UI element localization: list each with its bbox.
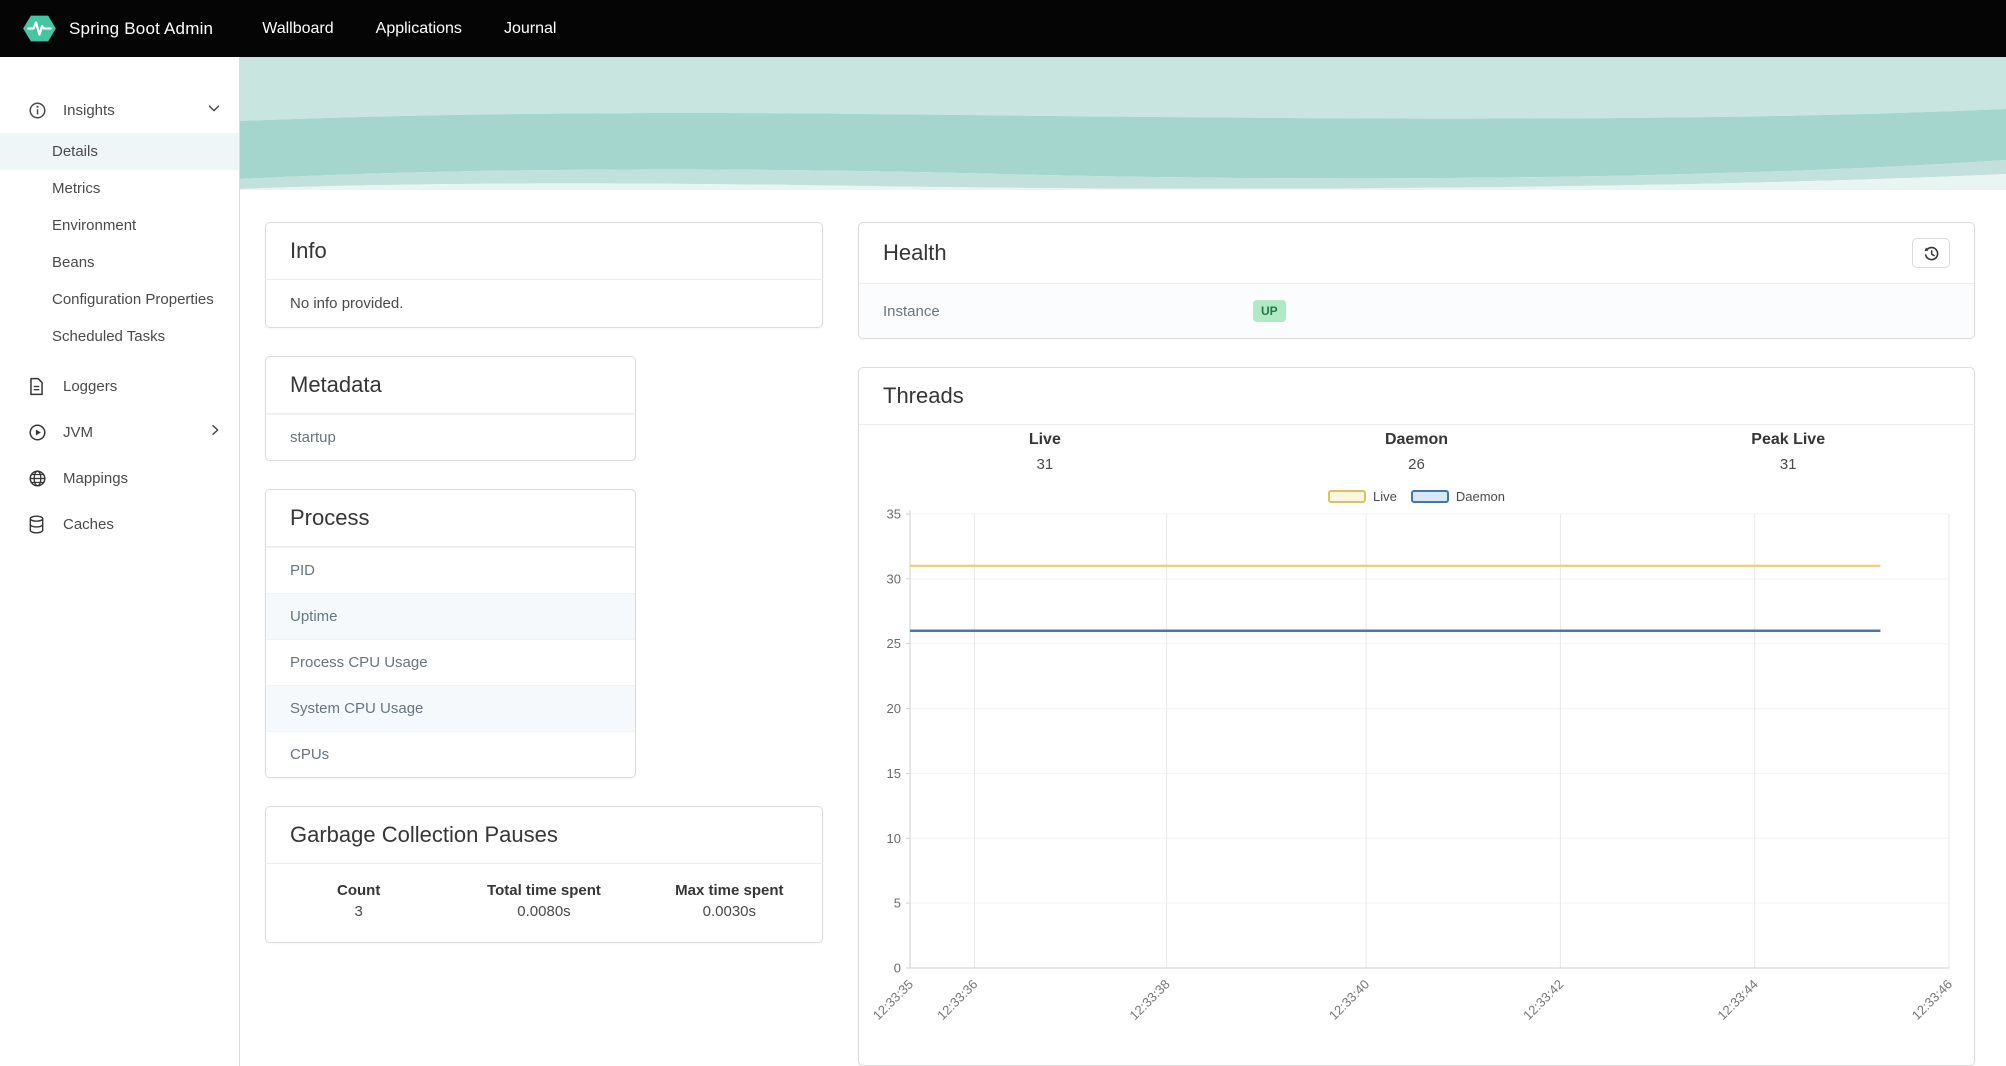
svg-text:0: 0 (894, 961, 901, 976)
metadata-panel-title: Metadata (290, 372, 382, 397)
spring-boot-admin-logo-icon (23, 15, 56, 42)
health-panel: Health Instance UP (858, 222, 1975, 339)
status-badge-up: UP (1253, 300, 1286, 322)
sidebar-item-metrics[interactable]: Metrics (0, 170, 239, 207)
process-row-system-cpu-usage: System CPU Usage (266, 685, 635, 731)
health-panel-title: Health (883, 240, 947, 265)
sidebar-item-loggers[interactable]: Loggers (0, 363, 239, 409)
info-panel: Info No info provided. (265, 222, 823, 328)
sidebar-item-label: Mappings (63, 469, 129, 487)
svg-text:12:33:42: 12:33:42 (1520, 977, 1566, 1023)
sidebar-item-label: Caches (63, 515, 114, 533)
health-instance-row: Instance UP (859, 284, 1974, 338)
threads-chart-svg: 0 5 10 15 20 25 30 35 12:33:35 12:33:36 12:33:38 12… (870, 507, 1955, 1023)
chevron-right-icon (207, 422, 223, 442)
stat-live: Live 31 (1028, 431, 1061, 473)
svg-text:30: 30 (887, 571, 901, 586)
svg-text:12:33:38: 12:33:38 (1126, 977, 1172, 1023)
gc-col-total-time: Total time spent (487, 882, 601, 899)
process-row-pid: PID (266, 547, 635, 593)
svg-text:35: 35 (887, 507, 901, 522)
gc-count-value: 3 (354, 903, 363, 920)
info-panel-body: No info provided. (290, 295, 404, 312)
legend-swatch-live (1328, 490, 1366, 503)
brand-link[interactable]: Spring Boot Admin (22, 13, 213, 44)
legend-entry-live: Live (1328, 489, 1397, 504)
process-row-process-cpu-usage: Process CPU Usage (266, 639, 635, 685)
gc-col-count: Count (337, 882, 381, 899)
top-navbar: Spring Boot Admin Wallboard Applications… (0, 0, 2006, 57)
sidebar-item-label: Loggers (63, 377, 118, 395)
sidebar-item-caches[interactable]: Caches (0, 501, 239, 547)
chart-legend: Live Daemon (859, 489, 1974, 504)
right-column: Health Instance UP Threads Live 31 Daemo… (858, 222, 1975, 1066)
sidebar: Insights Details Metrics Environment Bea… (0, 57, 240, 1066)
process-panel-title: Process (290, 505, 370, 530)
threads-chart: 0 5 10 15 20 25 30 35 12:33:35 12:33:36 12:33:38 12… (859, 506, 1974, 1065)
sidebar-item-environment[interactable]: Environment (0, 207, 239, 244)
brand-title: Spring Boot Admin (69, 18, 214, 38)
nav-item-applications[interactable]: Applications (355, 0, 483, 57)
health-history-button[interactable] (1912, 238, 1950, 268)
metadata-panel: Metadata startup (265, 356, 636, 461)
svg-text:12:33:35: 12:33:35 (870, 977, 916, 1023)
stat-daemon: Daemon 26 (1384, 431, 1449, 473)
sidebar-item-beans[interactable]: Beans (0, 244, 239, 281)
sidebar-item-jvm[interactable]: JVM (0, 409, 239, 455)
file-text-icon (28, 376, 48, 396)
sidebar-item-details[interactable]: Details (0, 133, 239, 170)
svg-text:12:33:46: 12:33:46 (1909, 977, 1955, 1023)
threads-panel-title: Threads (883, 383, 964, 408)
svg-text:5: 5 (894, 896, 901, 911)
gc-max-time-value: 0.0030s (702, 903, 757, 920)
process-panel: Process PID Uptime Process CPU Usage Sys… (265, 489, 636, 778)
nav-item-journal[interactable]: Journal (483, 0, 577, 57)
legend-entry-daemon: Daemon (1410, 489, 1505, 504)
sidebar-item-insights[interactable]: Insights (0, 87, 239, 133)
info-circle-icon (28, 100, 48, 120)
nav-item-wallboard[interactable]: Wallboard (241, 0, 354, 57)
legend-swatch-daemon (1410, 490, 1449, 503)
history-icon (1924, 246, 1938, 260)
threads-panel: Threads Live 31 Daemon 26 Peak Live 31 L… (858, 367, 1975, 1066)
gc-pauses-panel: Garbage Collection Pauses Count Total ti… (265, 806, 823, 943)
stat-peak-live: Peak Live 31 (1751, 431, 1826, 473)
metadata-row-startup: startup (266, 414, 635, 460)
info-panel-title: Info (290, 238, 327, 263)
insights-submenu: Details Metrics Environment Beans Config… (0, 133, 239, 355)
gc-value-row: 3 0.0080s 0.0030s (266, 901, 822, 928)
svg-text:12:33:36: 12:33:36 (934, 977, 980, 1023)
svg-text:25: 25 (887, 636, 901, 651)
svg-text:15: 15 (887, 766, 901, 781)
process-row-uptime: Uptime (266, 593, 635, 639)
chevron-down-icon (205, 99, 223, 121)
hero-wave-banner (240, 57, 2006, 190)
svg-text:12:33:44: 12:33:44 (1714, 977, 1760, 1023)
database-icon (28, 514, 48, 534)
sidebar-item-configuration-properties[interactable]: Configuration Properties (0, 281, 239, 318)
sidebar-item-label: Insights (63, 101, 115, 119)
left-column: Info No info provided. Metadata startup … (265, 222, 823, 971)
gc-total-time-value: 0.0080s (517, 903, 571, 920)
svg-text:10: 10 (887, 831, 901, 846)
gc-panel-title: Garbage Collection Pauses (290, 822, 558, 847)
sidebar-item-scheduled-tasks[interactable]: Scheduled Tasks (0, 318, 239, 355)
gc-table: Count Total time spent Max time spent 3 … (266, 874, 822, 928)
threads-stats-row: Live 31 Daemon 26 Peak Live 31 (859, 431, 1974, 473)
sidebar-item-mappings[interactable]: Mappings (0, 455, 239, 501)
health-instance-label: Instance (883, 302, 940, 320)
gc-col-max-time: Max time spent (675, 882, 784, 899)
svg-text:12:33:40: 12:33:40 (1326, 977, 1372, 1023)
globe-icon (28, 468, 48, 488)
sidebar-item-label: JVM (63, 423, 93, 441)
play-circle-icon (28, 422, 48, 442)
navbar-items: Wallboard Applications Journal (241, 0, 577, 57)
process-row-cpus: CPUs (266, 731, 635, 777)
svg-text:20: 20 (887, 701, 901, 716)
